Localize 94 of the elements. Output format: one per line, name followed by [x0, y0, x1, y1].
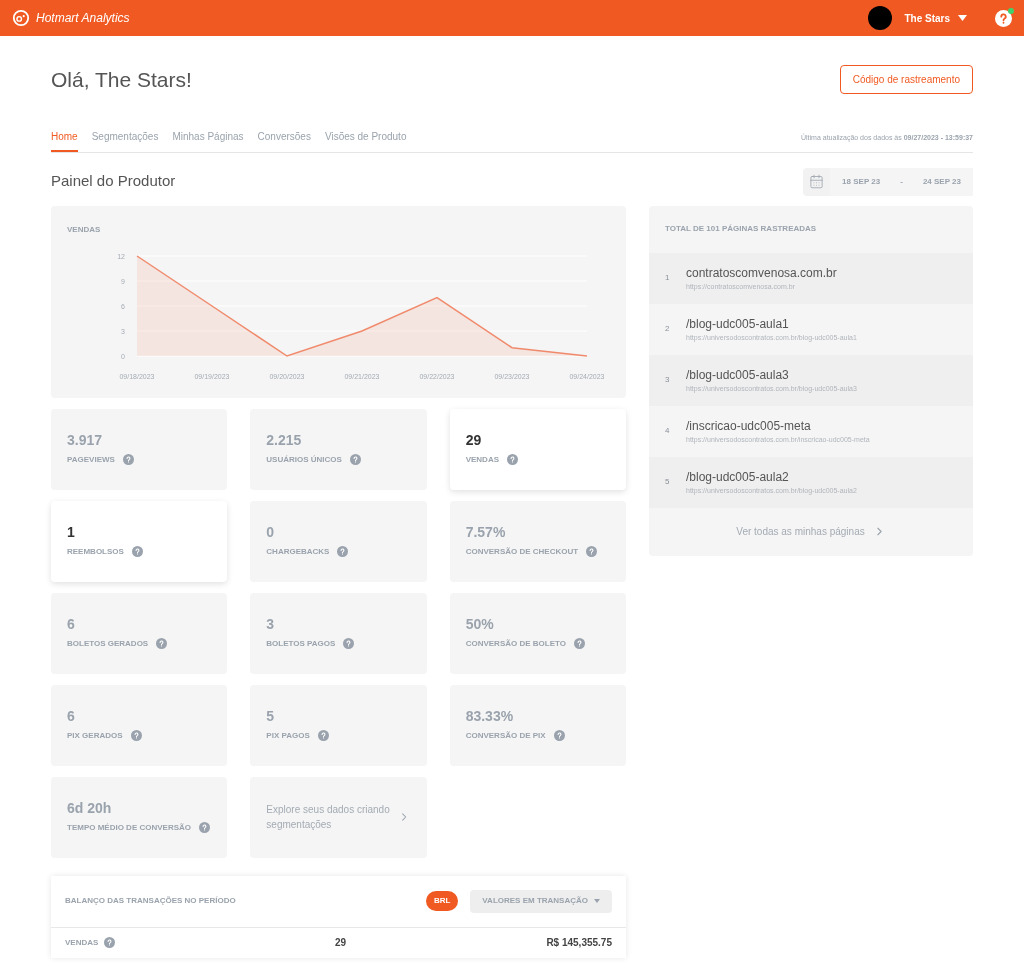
tracking-code-button[interactable]: Código de rastreamento: [839, 65, 973, 95]
avatar[interactable]: [868, 6, 893, 30]
metric-value: 5: [266, 708, 276, 726]
page-name: /blog-udc005-aula2: [686, 468, 790, 486]
metric-label: BOLETOS PAGOS: [266, 637, 336, 650]
caret-icon: [594, 899, 600, 903]
help-icon[interactable]: [337, 546, 349, 558]
nav-tab[interactable]: Conversões: [257, 128, 311, 152]
help-icon[interactable]: [995, 9, 1012, 27]
balance-title: BALANÇO DAS TRANSAÇÕES NO PERÍODO: [65, 895, 236, 907]
metric-value: 6d 20h: [67, 800, 113, 818]
help-icon[interactable]: [349, 454, 361, 466]
metric-card[interactable]: 29 VENDAS: [449, 408, 626, 490]
help-icon[interactable]: [156, 638, 168, 650]
nav-tab[interactable]: Minhas Páginas: [172, 128, 244, 152]
values-dropdown[interactable]: VALORES EM TRANSAÇÃO: [470, 889, 612, 913]
currency-badge[interactable]: BRL: [425, 891, 459, 911]
help-icon[interactable]: [507, 454, 518, 466]
page-name: /blog-udc005-aula3: [686, 366, 790, 384]
explore-link[interactable]: Explore seus dados criando segmentações: [266, 802, 391, 832]
balance-row-label: VENDAS: [65, 936, 99, 949]
help-icon[interactable]: [573, 638, 585, 650]
metric-label: CHARGEBACKS: [266, 545, 330, 558]
metric-label: PAGEVIEWS: [67, 453, 115, 466]
metric-label: TEMPO MÉDIO DE CONVERSÃO: [67, 821, 191, 834]
balance-count: 29: [335, 936, 347, 950]
page-rank: 2: [664, 323, 671, 335]
metric-card[interactable]: 3.917 PAGEVIEWS: [51, 408, 228, 490]
caret-icon[interactable]: [958, 15, 967, 21]
page-name: /blog-udc005-aula1: [686, 315, 790, 333]
metric-value: 83.33%: [465, 708, 515, 726]
page-name: contratoscomvenosa.com.br: [686, 264, 837, 282]
page-rank: 3: [664, 374, 671, 386]
metric-value: 29: [465, 432, 483, 450]
date-separator: -: [899, 175, 904, 188]
help-icon[interactable]: [586, 546, 598, 558]
metric-value: 50%: [465, 616, 495, 634]
help-icon[interactable]: [122, 454, 134, 466]
balance-amount: R$ 145,355.75: [546, 936, 612, 950]
metric-label: CONVERSÃO DE BOLETO: [465, 637, 566, 650]
explore-card[interactable]: Explore seus dados criando segmentações: [250, 776, 427, 858]
help-icon[interactable]: [317, 730, 329, 742]
metric-label: PIX PAGOS: [266, 729, 310, 742]
metric-card[interactable]: 7.57% CONVERSÃO DE CHECKOUT: [449, 500, 626, 582]
help-icon[interactable]: [131, 546, 143, 558]
metric-value: 2.215: [266, 432, 303, 450]
start-date: 18 SEP 23: [842, 175, 881, 188]
see-all-pages-link[interactable]: Ver todas as minhas páginas: [736, 524, 865, 539]
nav-tab[interactable]: Segmentações: [91, 128, 159, 152]
pages-title: TOTAL DE 101 PÁGINAS RASTREADAS: [665, 223, 817, 235]
metric-card[interactable]: 2.215 USUÁRIOS ÚNICOS: [250, 408, 427, 490]
metric-value: 6: [67, 708, 76, 726]
section-title: Painel do Produtor: [51, 171, 176, 192]
metric-card[interactable]: 83.33% CONVERSÃO DE PIX: [449, 684, 626, 766]
metric-value: 3.917: [67, 432, 104, 450]
page-name: /inscricao-udc005-meta: [686, 417, 812, 435]
help-icon[interactable]: [343, 638, 355, 650]
greeting: Olá, The Stars!: [51, 67, 192, 93]
metric-card[interactable]: 50% CONVERSÃO DE BOLETO: [449, 592, 626, 674]
metric-card[interactable]: 6d 20h TEMPO MÉDIO DE CONVERSÃO: [51, 776, 228, 858]
metric-label: CONVERSÃO DE CHECKOUT: [465, 545, 579, 558]
chart-title: VENDAS: [67, 223, 102, 236]
metric-label: USUÁRIOS ÚNICOS: [266, 453, 342, 466]
metric-label: REEMBOLSOS: [67, 545, 124, 558]
metric-card[interactable]: 6 PIX GERADOS: [51, 684, 228, 766]
metric-value: 3: [266, 616, 276, 634]
help-icon[interactable]: [104, 937, 116, 948]
nav-tab[interactable]: Visões de Produto: [324, 128, 407, 152]
metric-card[interactable]: 6 BOLETOS GERADOS: [51, 592, 228, 674]
help-icon[interactable]: [199, 822, 210, 834]
metric-label: CONVERSÃO DE PIX: [465, 729, 546, 742]
help-icon[interactable]: [130, 730, 142, 742]
page-rank: 5: [664, 476, 671, 488]
metric-value: 7.57%: [465, 524, 507, 542]
metric-card[interactable]: 1 REEMBOLSOS: [51, 500, 228, 582]
app-name: Hotmart Analytics: [36, 10, 130, 27]
metric-label: BOLETOS GERADOS: [67, 637, 149, 650]
date-range-picker[interactable]: 18 SEP 23 - 24 SEP 23: [803, 167, 973, 196]
user-name[interactable]: The Stars: [904, 10, 950, 26]
help-icon[interactable]: [553, 730, 565, 742]
nav-tab[interactable]: Home: [51, 128, 78, 152]
end-date: 24 SEP 23: [922, 175, 961, 188]
metric-value: 0: [266, 524, 276, 542]
metric-label: PIX GERADOS: [67, 729, 123, 742]
metric-value: 6: [67, 616, 76, 634]
calendar-icon: [809, 174, 825, 189]
metric-card[interactable]: 5 PIX PAGOS: [250, 684, 427, 766]
metric-value: 1: [67, 524, 76, 542]
metric-card[interactable]: 3 BOLETOS PAGOS: [250, 592, 427, 674]
metric-label: VENDAS: [465, 453, 499, 466]
page-rank: 1: [664, 272, 671, 284]
page-rank: 4: [664, 425, 671, 437]
metric-card[interactable]: 0 CHARGEBACKS: [250, 500, 427, 582]
logo-icon: [12, 9, 30, 27]
